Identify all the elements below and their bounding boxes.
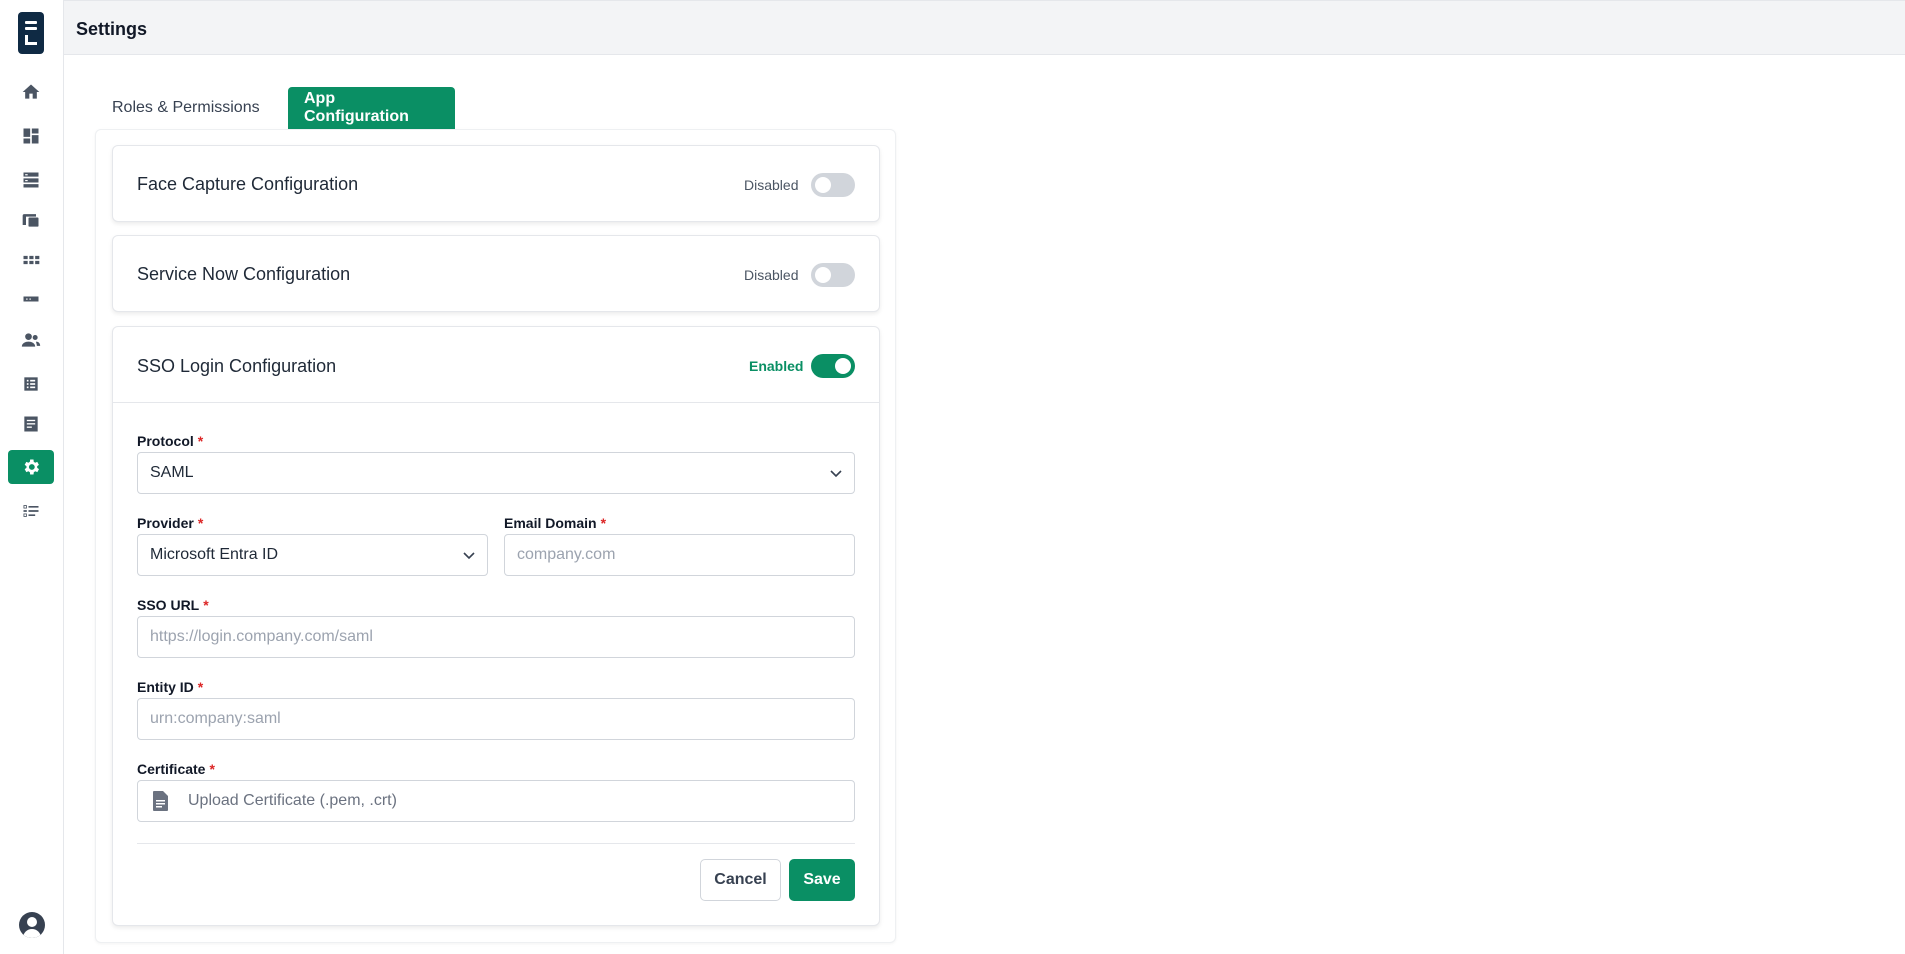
app-logo[interactable] <box>18 12 44 54</box>
tab-app-configuration[interactable]: App Configuration <box>288 87 455 129</box>
sidebar-item-documents[interactable] <box>8 407 54 441</box>
card-icon <box>23 296 39 302</box>
sidebar-item-storage[interactable] <box>8 163 54 197</box>
sso-footer-divider <box>137 843 855 844</box>
sidebar-item-dashboard[interactable] <box>8 119 54 153</box>
protocol-value: SAML <box>150 464 194 481</box>
sidebar-item-devices[interactable] <box>8 203 54 237</box>
protocol-label: Protocol * <box>137 433 204 449</box>
chevron-down-icon <box>828 465 844 481</box>
service-now-status: Disabled <box>744 267 799 283</box>
sso-status: Enabled <box>749 358 804 374</box>
home-icon <box>22 84 40 99</box>
users-icon <box>21 333 41 347</box>
provider-label: Provider * <box>137 515 204 531</box>
service-now-card: Service Now Configuration Disabled <box>112 235 880 312</box>
cancel-button[interactable]: Cancel <box>700 859 781 901</box>
certificate-label: Certificate * <box>137 761 215 777</box>
email-domain-label: Email Domain * <box>504 515 607 531</box>
sso-url-field[interactable]: https://login.company.com/saml <box>137 616 855 658</box>
certificate-upload-text: Upload Certificate (.pem, .crt) <box>188 792 397 809</box>
storage-icon <box>23 172 39 188</box>
dashboard-icon <box>23 128 39 144</box>
gear-icon <box>24 459 39 475</box>
sidebar-item-cards[interactable] <box>8 282 54 316</box>
certificate-upload[interactable]: Upload Certificate (.pem, .crt) <box>137 780 855 822</box>
face-capture-status: Disabled <box>744 177 799 193</box>
sidebar-item-settings[interactable] <box>8 450 54 484</box>
top-header: Settings <box>64 0 1905 55</box>
provider-value: Microsoft Entra ID <box>150 546 279 563</box>
sidebar-item-list[interactable] <box>8 367 54 401</box>
sso-title: SSO Login Configuration <box>137 356 337 376</box>
face-capture-toggle[interactable] <box>811 173 855 197</box>
sso-url-label: SSO URL * <box>137 597 209 613</box>
protocol-select[interactable]: SAML <box>137 452 855 494</box>
file-icon <box>152 791 170 811</box>
tab-roles-permissions[interactable]: Roles & Permissions <box>96 87 276 129</box>
provider-select[interactable]: Microsoft Entra ID <box>137 534 488 576</box>
service-now-title: Service Now Configuration <box>137 264 351 284</box>
user-avatar[interactable] <box>19 912 45 938</box>
page-title: Settings <box>76 19 148 39</box>
sidebar-item-apps[interactable] <box>8 243 54 277</box>
devices-icon <box>22 214 39 227</box>
sidebar <box>0 0 64 954</box>
face-capture-title: Face Capture Configuration <box>137 174 359 194</box>
sidebar-item-home[interactable] <box>8 75 54 109</box>
email-domain-placeholder: company.com <box>517 546 616 563</box>
checklist-icon <box>23 505 39 517</box>
sso-url-placeholder: https://login.company.com/saml <box>150 628 373 645</box>
document-icon <box>24 416 38 432</box>
sidebar-item-users[interactable] <box>8 323 54 357</box>
entity-id-label: Entity ID * <box>137 679 204 695</box>
email-domain-field[interactable]: company.com <box>504 534 855 576</box>
entity-id-placeholder: urn:company:saml <box>150 710 281 727</box>
save-button[interactable]: Save <box>789 859 855 901</box>
list-icon <box>24 377 38 391</box>
apps-grid-icon <box>23 255 40 265</box>
sidebar-item-checklist[interactable] <box>8 494 54 528</box>
app-root: Settings Roles & Permissions App Configu… <box>0 0 1905 954</box>
entity-id-field[interactable]: urn:company:saml <box>137 698 855 740</box>
sso-header-divider <box>113 402 879 403</box>
sso-toggle[interactable] <box>811 354 855 378</box>
service-now-toggle[interactable] <box>811 263 855 287</box>
face-capture-card: Face Capture Configuration Disabled <box>112 145 880 222</box>
chevron-down-icon <box>461 547 477 563</box>
